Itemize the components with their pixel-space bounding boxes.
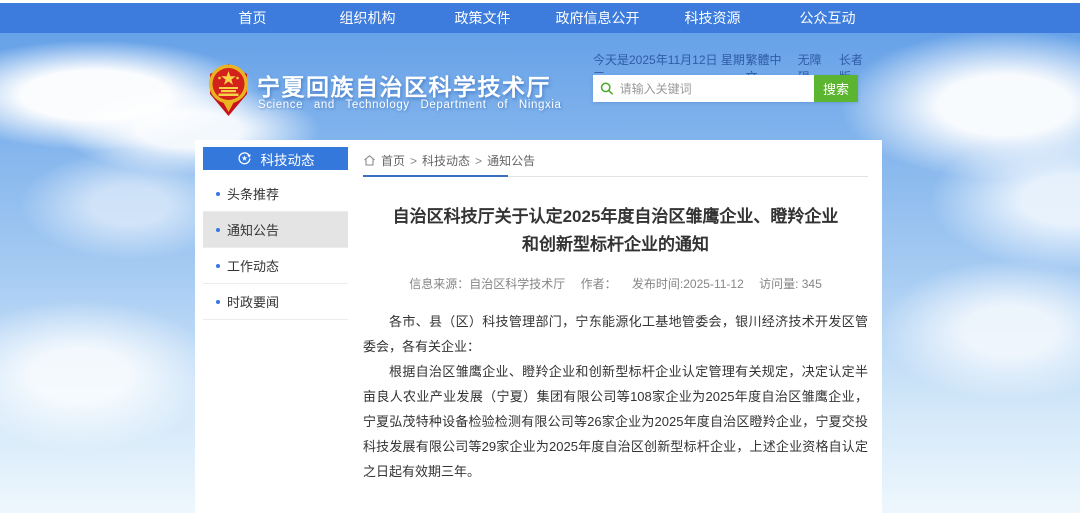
sidebar-item-label: 通知公告 — [227, 220, 279, 239]
site-subtitle-english: Science and Technology Department of Nin… — [258, 99, 561, 111]
breadcrumb-divider — [363, 176, 868, 177]
sidebar-title: 科技动态 — [261, 149, 315, 169]
nav-item-gov-info[interactable]: 政府信息公开 — [540, 3, 655, 33]
sidebar-item-current-politics[interactable]: 时政要闻 — [203, 284, 348, 320]
meta-author: 作者： — [581, 277, 617, 291]
nav-item-policy[interactable]: 政策文件 — [425, 3, 540, 33]
sidebar-item-headlines[interactable]: 头条推荐 — [203, 176, 348, 212]
breadcrumb-notices[interactable]: 通知公告 — [487, 152, 535, 169]
meta-source: 信息来源：自治区科学技术厅 — [409, 277, 565, 291]
search-input[interactable] — [620, 82, 807, 96]
sidebar-item-label: 工作动态 — [227, 256, 279, 275]
article-body: 各市、县（区）科技管理部门，宁东能源化工基地管委会，银川经济技术开发区管委会，各… — [363, 309, 868, 484]
breadcrumb-separator: > — [410, 154, 417, 168]
search-input-wrap — [593, 75, 814, 102]
article-paragraph: 根据自治区雏鹰企业、瞪羚企业和创新型标杆企业认定管理有关规定，决定认定半亩良人农… — [363, 359, 868, 484]
article-title: 自治区科技厅关于认定2025年度自治区雏鹰企业、瞪羚企业 和创新型标杆企业的通知 — [363, 203, 868, 259]
meta-views: 访问量: 345 — [759, 277, 822, 291]
home-icon — [363, 154, 376, 167]
bullet-icon — [216, 300, 220, 304]
search-button[interactable]: 搜索 — [814, 75, 858, 102]
cloud-decoration — [880, 260, 1080, 400]
nav-items: 首页 组织机构 政策文件 政府信息公开 科技资源 公众互动 — [195, 3, 885, 33]
nav-item-home[interactable]: 首页 — [195, 3, 310, 33]
nav-item-organization[interactable]: 组织机构 — [310, 3, 425, 33]
sidebar-item-label: 头条推荐 — [227, 184, 279, 203]
article-title-line2: 和创新型标杆企业的通知 — [363, 231, 868, 259]
nav-item-interaction[interactable]: 公众互动 — [770, 3, 885, 33]
breadcrumb-separator: > — [475, 154, 482, 168]
sidebar-item-notices[interactable]: 通知公告 — [203, 212, 348, 248]
top-navigation-bar: 首页 组织机构 政策文件 政府信息公开 科技资源 公众互动 — [0, 3, 1080, 33]
sidebar: 科技动态 头条推荐 通知公告 工作动态 时政要闻 — [203, 147, 348, 320]
article-title-line1: 自治区科技厅关于认定2025年度自治区雏鹰企业、瞪羚企业 — [363, 203, 868, 231]
circular-arrow-star-icon — [237, 151, 252, 166]
bullet-icon — [216, 192, 220, 196]
search-bar: 搜索 — [593, 75, 858, 102]
article-paragraph: 各市、县（区）科技管理部门，宁东能源化工基地管委会，银川经济技术开发区管委会，各… — [363, 309, 868, 359]
page: 首页 组织机构 政策文件 政府信息公开 科技资源 公众互动 宁夏回族自治区科学技… — [0, 0, 1080, 513]
meta-publish-time: 发布时间:2025-11-12 — [632, 277, 744, 291]
bullet-icon — [216, 228, 220, 232]
main-column: 首页 > 科技动态 > 通知公告 自治区科技厅关于认定2025年度自治区雏鹰企业… — [363, 140, 868, 513]
breadcrumb-tech-dynamics[interactable]: 科技动态 — [422, 152, 470, 169]
content-panel: 科技动态 头条推荐 通知公告 工作动态 时政要闻 — [195, 140, 882, 513]
cloud-decoration — [930, 130, 1080, 270]
search-icon — [600, 81, 614, 96]
site-title: 宁夏回族自治区科学技术厅 — [257, 68, 551, 102]
sidebar-header: 科技动态 — [203, 147, 348, 170]
cloud-decoration — [0, 300, 220, 450]
bullet-icon — [216, 264, 220, 268]
article-meta: 信息来源：自治区科学技术厅 作者： 发布时间:2025-11-12 访问量: 3… — [363, 275, 868, 292]
breadcrumb-home[interactable]: 首页 — [381, 152, 405, 169]
sidebar-list: 头条推荐 通知公告 工作动态 时政要闻 — [203, 176, 348, 320]
breadcrumb: 首页 > 科技动态 > 通知公告 — [363, 140, 868, 169]
nav-item-resources[interactable]: 科技资源 — [655, 3, 770, 33]
sidebar-item-label: 时政要闻 — [227, 292, 279, 311]
sidebar-item-work-dynamics[interactable]: 工作动态 — [203, 248, 348, 284]
national-emblem-logo — [206, 60, 251, 118]
